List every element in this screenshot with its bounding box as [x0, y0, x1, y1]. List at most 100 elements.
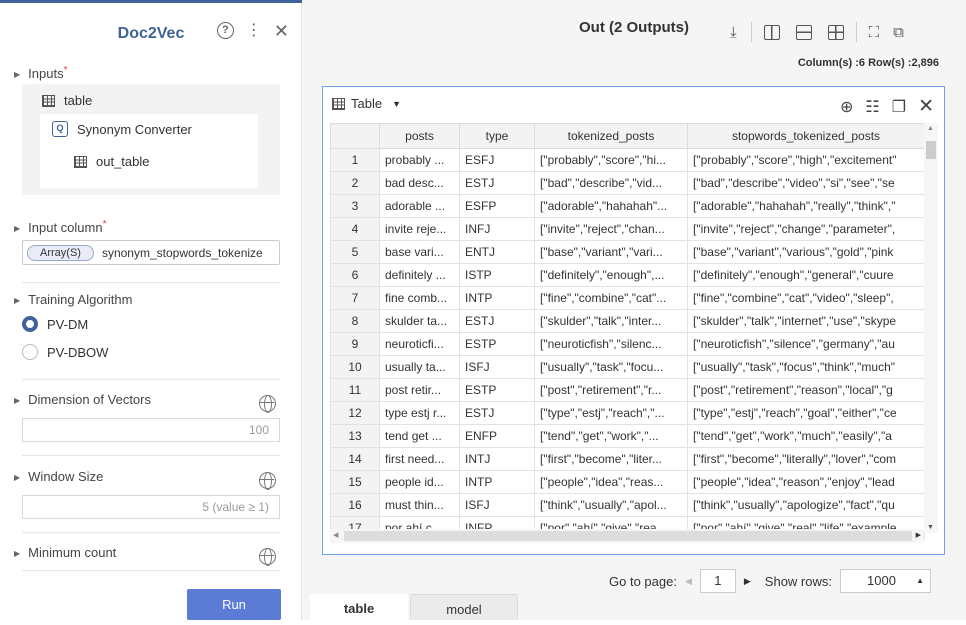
table-row[interactable]: 1 probably ... ESFJ ["probably","score","hi… — [330, 148, 925, 172]
table-cell[interactable]: post retir... — [379, 378, 460, 402]
table-cell[interactable]: ISFJ — [459, 355, 535, 379]
table-cell[interactable]: ["probably","score","hi... — [534, 148, 688, 172]
table-cell[interactable]: ["tend","get","work","... — [534, 424, 688, 448]
table-row[interactable]: 13 tend get ... ENFP ["tend","get","work","… — [330, 424, 925, 448]
globe-icon[interactable] — [259, 472, 276, 490]
page-input[interactable]: 1 — [699, 569, 736, 593]
table-cell[interactable]: INTP — [459, 286, 535, 310]
tab-table[interactable]: table — [310, 594, 408, 620]
copy-icon[interactable]: ❐ — [892, 97, 906, 117]
column-header[interactable]: type — [459, 123, 535, 149]
download-icon[interactable]: ⤓ — [730, 24, 737, 41]
min-count-header[interactable]: ▶ Minimum count — [14, 545, 116, 560]
scroll-thumb[interactable] — [344, 531, 912, 541]
run-button[interactable]: Run — [187, 589, 281, 620]
add-column-icon[interactable]: ⊕ — [840, 97, 853, 117]
table-cell[interactable]: ISFJ — [459, 493, 535, 517]
table-cell[interactable]: ENFP — [459, 424, 535, 448]
table-cell[interactable]: ["people","idea","reason","enjoy","lead — [687, 470, 925, 494]
table-cell[interactable]: ["definitely","enough",... — [534, 263, 688, 287]
table-cell[interactable]: ["tend","get","work","much","easily","a — [687, 424, 925, 448]
table-cell[interactable]: ["base","variant","vari... — [534, 240, 688, 264]
table-cell[interactable]: type estj r... — [379, 401, 460, 425]
scroll-left-icon[interactable]: ◀ — [333, 531, 338, 539]
vertical-scrollbar[interactable]: ▲ ▼ — [924, 123, 938, 533]
table-cell[interactable]: ["definitely","enough","general","cuure — [687, 263, 925, 287]
table-cell[interactable]: ["people","idea","reas... — [534, 470, 688, 494]
table-row[interactable]: 3 adorable ... ESFP ["adorable","hahahah"..… — [330, 194, 925, 218]
horizontal-scrollbar[interactable]: ◀ ▶ — [330, 529, 924, 543]
table-cell[interactable]: ["first","become","liter... — [534, 447, 688, 471]
table-cell[interactable]: ESTJ — [459, 401, 535, 425]
close-icon[interactable]: ✕ — [918, 95, 934, 118]
table-cell[interactable]: INTP — [459, 470, 535, 494]
table-cell[interactable]: probably ... — [379, 148, 460, 172]
table-cell[interactable]: ["bad","describe","video","si","see","se — [687, 171, 925, 195]
help-icon[interactable]: ? — [216, 22, 234, 39]
table-cell[interactable]: INTJ — [459, 447, 535, 471]
table-cell[interactable]: ["post","retirement","r... — [534, 378, 688, 402]
close-icon[interactable]: ✕ — [274, 22, 289, 40]
table-cell[interactable]: ["think","usually","apol... — [534, 493, 688, 517]
table-cell[interactable]: ["neuroticfish","silence","germany","au — [687, 332, 925, 356]
table-cell[interactable]: base vari... — [379, 240, 460, 264]
table-cell[interactable]: ISTP — [459, 263, 535, 287]
column-header[interactable]: stopwords_tokenized_posts — [687, 123, 925, 149]
table-cell[interactable]: neuroticfi... — [379, 332, 460, 356]
input-column-header[interactable]: ▶ Input column* — [14, 219, 107, 235]
table-cell[interactable]: ESTJ — [459, 171, 535, 195]
input-table-item[interactable]: table — [42, 93, 92, 108]
table-cell[interactable]: skulder ta... — [379, 309, 460, 333]
globe-icon[interactable] — [259, 548, 276, 566]
radio-pv-dbow[interactable]: PV-DBOW — [22, 344, 108, 360]
table-row[interactable]: 12 type estj r... ESTJ ["type","estj","reac… — [330, 401, 925, 425]
table-row[interactable]: 6 definitely ... ISTP ["definitely","enough… — [330, 263, 925, 287]
column-header[interactable]: tokenized_posts — [534, 123, 688, 149]
table-cell[interactable]: ESFJ — [459, 148, 535, 172]
table-cell[interactable]: ESTP — [459, 332, 535, 356]
table-cell[interactable]: tend get ... — [379, 424, 460, 448]
table-row[interactable]: 14 first need... INTJ ["first","become","li… — [330, 447, 925, 471]
table-settings-icon[interactable]: ☷ — [865, 97, 879, 117]
inputs-section-header[interactable]: ▶ Inputs* — [14, 65, 67, 81]
synonym-converter-item[interactable]: Q Synonym Converter — [52, 121, 192, 137]
more-options-icon[interactable]: ⋮ — [246, 22, 262, 40]
stepper-up-icon[interactable]: ▲ — [916, 570, 924, 592]
table-cell[interactable]: ["fine","combine","cat"... — [534, 286, 688, 310]
expand-icon[interactable]: ⛶ — [869, 24, 880, 41]
table-row[interactable]: 2 bad desc... ESTJ ["bad","describe","vid..… — [330, 171, 925, 195]
table-cell[interactable]: first need... — [379, 447, 460, 471]
table-cell[interactable]: ["skulder","talk","inter... — [534, 309, 688, 333]
table-row[interactable]: 16 must thin... ISFJ ["think","usually","ap… — [330, 493, 925, 517]
table-row[interactable]: 11 post retir... ESTP ["post","retirement",… — [330, 378, 925, 402]
table-cell[interactable]: ["usually","task","focus","think","much" — [687, 355, 925, 379]
table-cell[interactable]: fine comb... — [379, 286, 460, 310]
training-algorithm-header[interactable]: ▶ Training Algorithm — [14, 292, 132, 307]
table-cell[interactable]: ESFP — [459, 194, 535, 218]
table-cell[interactable]: must thin... — [379, 493, 460, 517]
table-cell[interactable]: ["invite","reject","chan... — [534, 217, 688, 241]
table-cell[interactable]: ["bad","describe","vid... — [534, 171, 688, 195]
table-row[interactable]: 10 usually ta... ISFJ ["usually","task","fo… — [330, 355, 925, 379]
table-cell[interactable]: ["first","become","literally","lover","c… — [687, 447, 925, 471]
table-cell[interactable]: invite reje... — [379, 217, 460, 241]
window-size-header[interactable]: ▶ Window Size — [14, 469, 103, 484]
column-header[interactable]: posts — [379, 123, 460, 149]
out-table-item[interactable]: out_table — [74, 154, 150, 169]
table-cell[interactable]: bad desc... — [379, 171, 460, 195]
table-cell[interactable]: ["type","estj","reach","... — [534, 401, 688, 425]
next-page-icon[interactable]: ▶ — [744, 576, 751, 587]
dimension-input[interactable]: 100 — [22, 418, 280, 442]
table-row[interactable]: 4 invite reje... INFJ ["invite","reject","c… — [330, 217, 925, 241]
radio-pv-dm[interactable]: PV-DM — [22, 316, 88, 332]
table-cell[interactable]: usually ta... — [379, 355, 460, 379]
table-row[interactable]: 5 base vari... ENTJ ["base","variant","vari… — [330, 240, 925, 264]
scroll-down-icon[interactable]: ▼ — [927, 524, 934, 531]
table-cell[interactable]: adorable ... — [379, 194, 460, 218]
table-cell[interactable]: definitely ... — [379, 263, 460, 287]
table-row[interactable]: 9 neuroticfi... ESTP ["neuroticfish","silen… — [330, 332, 925, 356]
dimension-header[interactable]: ▶ Dimension of Vectors — [14, 392, 151, 407]
table-cell[interactable]: ENTJ — [459, 240, 535, 264]
view-selector[interactable]: Table ▼ — [332, 96, 401, 111]
prev-page-icon[interactable]: ◀ — [685, 576, 692, 587]
